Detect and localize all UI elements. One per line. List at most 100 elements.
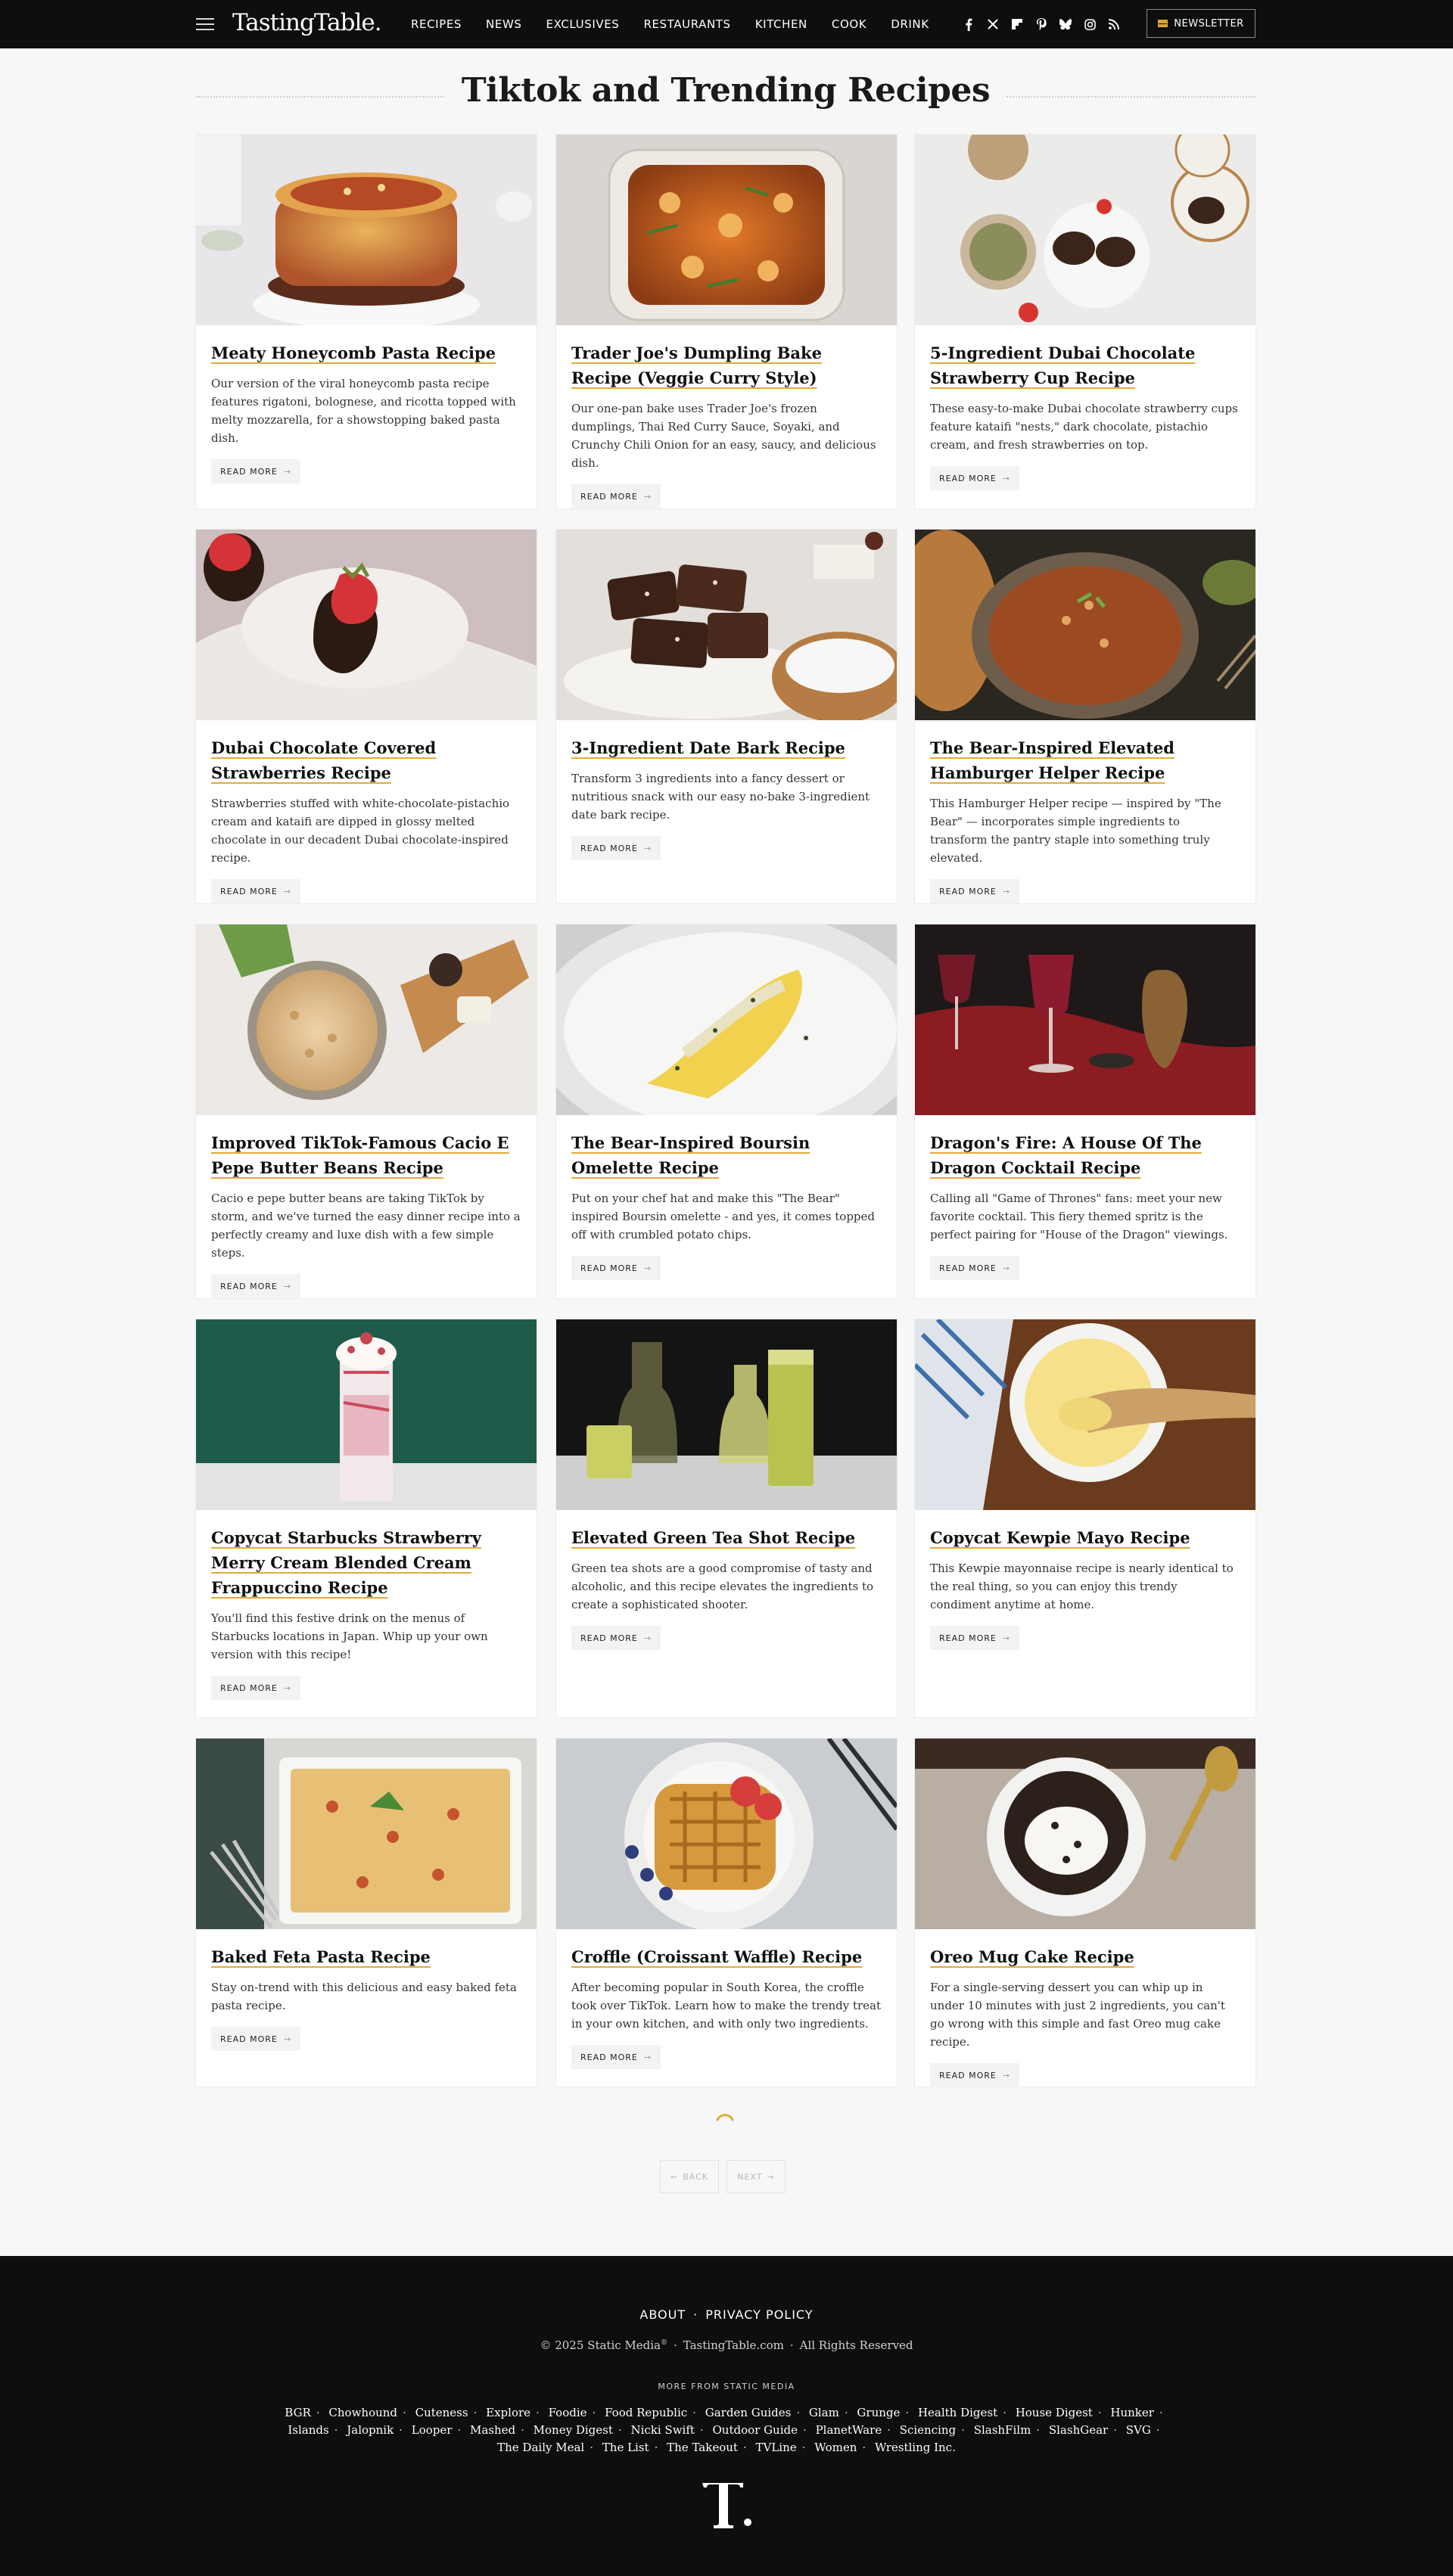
recipe-card[interactable]: Elevated Green Tea Shot Recipe Green tea… [556,1319,897,1717]
read-more-button[interactable]: READ MORE → [930,1256,1020,1280]
read-more-button[interactable]: READ MORE → [211,1676,301,1700]
menu-icon[interactable] [196,18,214,30]
card-title[interactable]: The Bear-Inspired Boursin Omelette Recip… [571,1133,810,1177]
network-link[interactable]: Grunge [857,2406,900,2419]
read-more-button[interactable]: READ MORE → [571,1256,661,1280]
nav-kitchen[interactable]: KITCHEN [755,17,807,31]
recipe-image[interactable] [196,1739,537,1929]
network-link[interactable]: TVLine [755,2441,796,2454]
read-more-button[interactable]: READ MORE → [571,1626,661,1650]
nav-exclusives[interactable]: EXCLUSIVES [546,17,620,31]
recipe-image[interactable] [556,530,897,720]
network-link[interactable]: Glam [809,2406,839,2419]
read-more-button[interactable]: READ MORE → [211,2027,301,2051]
recipe-image[interactable] [915,530,1255,720]
next-button[interactable]: NEXT → [726,2160,786,2193]
network-link[interactable]: Looper [412,2423,453,2437]
recipe-image[interactable] [196,1319,537,1510]
network-link[interactable]: Health Digest [918,2406,997,2419]
recipe-image[interactable] [196,135,537,325]
site-logo[interactable]: TastingTable. [232,9,382,36]
network-link[interactable]: The Daily Meal [497,2441,584,2454]
card-title[interactable]: Trader Joe's Dumpling Bake Recipe (Veggi… [571,343,822,387]
network-link[interactable]: BGR [285,2406,311,2419]
recipe-image[interactable] [196,924,537,1115]
recipe-card[interactable]: Trader Joe's Dumpling Bake Recipe (Veggi… [556,135,897,508]
network-link[interactable]: The Takeout [667,2441,738,2454]
bluesky-icon[interactable] [1053,15,1078,33]
recipe-card[interactable]: The Bear-Inspired Boursin Omelette Recip… [556,924,897,1298]
pinterest-icon[interactable] [1029,15,1053,33]
x-icon[interactable] [981,15,1005,33]
recipe-image[interactable] [196,530,537,720]
recipe-card[interactable]: Copycat Kewpie Mayo Recipe This Kewpie m… [915,1319,1255,1717]
card-title[interactable]: Improved TikTok-Famous Cacio E Pepe Butt… [211,1133,509,1177]
recipe-image[interactable] [915,1319,1255,1510]
card-title[interactable]: 3-Ingredient Date Bark Recipe [571,738,845,757]
newsletter-button[interactable]: NEWSLETTER [1147,9,1255,38]
footer-privacy-link[interactable]: PRIVACY POLICY [705,2307,813,2322]
card-title[interactable]: 5-Ingredient Dubai Chocolate Strawberry … [930,343,1195,387]
network-link[interactable]: Hunker [1110,2406,1154,2419]
network-link[interactable]: Chowhound [328,2406,397,2419]
network-link[interactable]: Garden Guides [705,2406,792,2419]
recipe-image[interactable] [915,924,1255,1115]
network-link[interactable]: Jalopnik [347,2423,394,2437]
instagram-icon[interactable] [1078,15,1102,33]
card-title[interactable]: Meaty Honeycomb Pasta Recipe [211,343,496,362]
card-title[interactable]: Croffle (Croissant Waffle) Recipe [571,1947,862,1966]
read-more-button[interactable]: READ MORE → [930,466,1020,490]
rss-icon[interactable] [1102,15,1126,33]
network-link[interactable]: Women [814,2441,857,2454]
recipe-card[interactable]: Meaty Honeycomb Pasta Recipe Our version… [196,135,537,508]
network-link[interactable]: Explore [486,2406,530,2419]
footer-logo-icon[interactable] [698,2477,755,2530]
nav-restaurants[interactable]: RESTAURANTS [643,17,730,31]
read-more-button[interactable]: READ MORE → [571,836,661,860]
network-link[interactable]: Food Republic [605,2406,687,2419]
read-more-button[interactable]: READ MORE → [930,1626,1020,1650]
card-title[interactable]: Oreo Mug Cake Recipe [930,1947,1134,1966]
recipe-image[interactable] [915,1739,1255,1929]
network-link[interactable]: Islands [288,2423,328,2437]
network-link[interactable]: Outdoor Guide [712,2423,798,2437]
network-link[interactable]: PlanetWare [816,2423,882,2437]
read-more-button[interactable]: READ MORE → [211,879,301,903]
recipe-image[interactable] [556,924,897,1115]
nav-drink[interactable]: DRINK [891,17,929,31]
footer-about-link[interactable]: ABOUT [639,2307,686,2322]
recipe-image[interactable] [556,1319,897,1510]
network-link[interactable]: Mashed [470,2423,515,2437]
card-title[interactable]: The Bear-Inspired Elevated Hamburger Hel… [930,738,1175,782]
recipe-card[interactable]: Oreo Mug Cake Recipe For a single-servin… [915,1739,1255,2087]
nav-cook[interactable]: COOK [832,17,867,31]
read-more-button[interactable]: READ MORE → [930,879,1020,903]
card-title[interactable]: Elevated Green Tea Shot Recipe [571,1528,855,1547]
network-link[interactable]: The List [602,2441,649,2454]
recipe-card[interactable]: The Bear-Inspired Elevated Hamburger Hel… [915,530,1255,903]
network-link[interactable]: Foodie [549,2406,587,2419]
read-more-button[interactable]: READ MORE → [571,484,661,508]
recipe-card[interactable]: Copycat Starbucks Strawberry Merry Cream… [196,1319,537,1717]
card-title[interactable]: Dragon's Fire: A House Of The Dragon Coc… [930,1133,1202,1177]
network-link[interactable]: Cuteness [415,2406,468,2419]
recipe-card[interactable]: 3-Ingredient Date Bark Recipe Transform … [556,530,897,903]
read-more-button[interactable]: READ MORE → [211,459,301,483]
read-more-button[interactable]: READ MORE → [571,2045,661,2069]
recipe-card[interactable]: Baked Feta Pasta Recipe Stay on-trend wi… [196,1739,537,2087]
recipe-card[interactable]: 5-Ingredient Dubai Chocolate Strawberry … [915,135,1255,508]
card-title[interactable]: Copycat Starbucks Strawberry Merry Cream… [211,1528,481,1597]
recipe-image[interactable] [556,1739,897,1929]
recipe-image[interactable] [556,135,897,325]
facebook-icon[interactable] [957,15,981,33]
recipe-card[interactable]: Dubai Chocolate Covered Strawberries Rec… [196,530,537,903]
card-title[interactable]: Dubai Chocolate Covered Strawberries Rec… [211,738,436,782]
network-link[interactable]: Wrestling Inc. [875,2441,956,2454]
read-more-button[interactable]: READ MORE → [211,1274,301,1298]
card-title[interactable]: Baked Feta Pasta Recipe [211,1947,431,1966]
recipe-card[interactable]: Croffle (Croissant Waffle) Recipe After … [556,1739,897,2087]
nav-recipes[interactable]: RECIPES [411,17,462,31]
network-link[interactable]: Sciencing [900,2423,956,2437]
recipe-card[interactable]: Improved TikTok-Famous Cacio E Pepe Butt… [196,924,537,1298]
network-link[interactable]: House Digest [1016,2406,1093,2419]
